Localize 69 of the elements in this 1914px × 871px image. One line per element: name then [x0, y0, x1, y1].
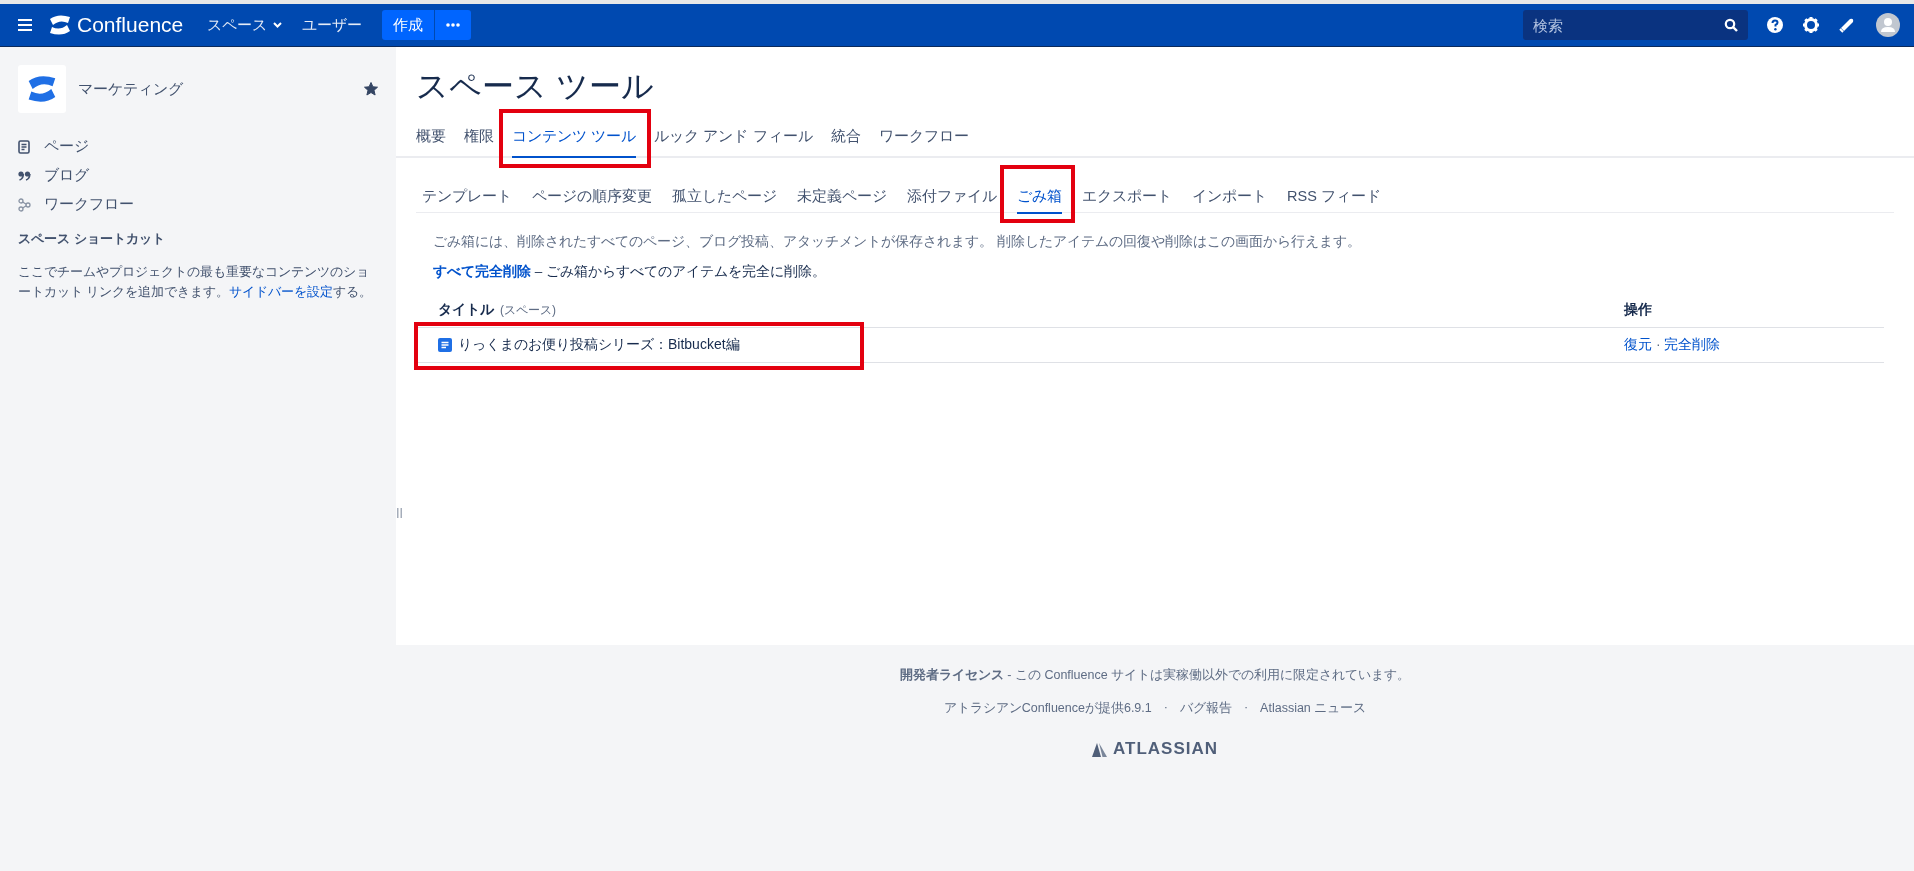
create-button[interactable]: 作成 [382, 10, 435, 40]
action-link[interactable]: 完全削除 [1664, 336, 1721, 352]
quote-icon [18, 168, 32, 183]
column-header: タイトル [438, 301, 494, 319]
tab[interactable]: ルック アンド フィール [654, 121, 813, 158]
nav-menu[interactable]: ユーザー [292, 15, 373, 35]
settings-button[interactable] [1802, 16, 1820, 34]
shortcuts-description: ここでチームやプロジェクトの最も重要なコンテンツのショートカット リンクを追加できます。サイドバーを設定する。 [18, 264, 374, 301]
purge-all-link[interactable]: すべて完全削除 [433, 264, 531, 279]
tab[interactable]: テンプレート [422, 181, 512, 214]
atlassian-logo-icon [1092, 741, 1107, 757]
atlassian-wordmark: ATLASSIAN [1113, 739, 1218, 759]
tab[interactable]: インポート [1192, 181, 1267, 214]
sidebar-item-label[interactable]: ブログ [44, 166, 89, 185]
search-field[interactable]: 検索 [1523, 10, 1748, 40]
page-icon [438, 338, 452, 352]
action-link[interactable]: 復元 [1624, 336, 1652, 352]
star-button[interactable] [364, 82, 378, 96]
purge-description: すべて完全削除 – ごみ箱からすべてのアイテムを完全に削除。 [433, 263, 827, 281]
help-icon [1766, 16, 1784, 34]
more-icon [446, 23, 461, 27]
confluence-logo-icon [26, 73, 58, 105]
column-header: 操作 [1624, 301, 1652, 317]
tab[interactable]: ごみ箱 [1017, 181, 1062, 214]
tab[interactable]: ページの順序変更 [532, 181, 652, 214]
page-icon [18, 139, 32, 154]
space-name[interactable]: マーケティング [78, 79, 352, 99]
tab[interactable]: 統合 [830, 121, 861, 158]
tab[interactable]: コンテンツ ツール [512, 121, 637, 158]
sidebar-item-label[interactable]: ページ [44, 137, 89, 156]
space-logo[interactable] [18, 65, 66, 113]
sidebar-item[interactable]: ブログ [18, 166, 378, 185]
more-button[interactable] [435, 10, 472, 40]
confluence-logo-icon [48, 13, 72, 37]
star-icon [364, 82, 378, 96]
footer-link[interactable]: Atlassian ニュース [1260, 700, 1367, 717]
workflow-icon [18, 197, 32, 212]
tab[interactable]: 未定義ページ [797, 181, 887, 214]
tab[interactable]: エクスポート [1082, 181, 1172, 214]
tab[interactable]: 添付ファイル [907, 181, 997, 214]
configure-sidebar-link[interactable]: サイドバーを設定 [229, 285, 334, 299]
menu-icon [18, 19, 32, 31]
tab[interactable]: 孤立したページ [672, 181, 777, 214]
separator: · [1243, 700, 1249, 716]
settings-icon [1802, 16, 1820, 34]
tab[interactable]: ワークフロー [878, 121, 969, 158]
tab[interactable]: 概要 [416, 121, 446, 158]
license-notice: 開発者ライセンス - この Confluence サイトは実稼働以外での利用に限定されています。 [899, 667, 1411, 684]
page-title: スペース ツール [416, 67, 655, 106]
section-heading: スペース ショートカット [18, 230, 166, 248]
separator: · [1654, 336, 1662, 352]
separator: · [1163, 700, 1168, 716]
search-icon [1724, 18, 1738, 32]
footer-link[interactable]: バグ報告 [1179, 700, 1232, 717]
footer-link[interactable]: アトラシアンConfluenceが提供6.9.1 [943, 700, 1152, 717]
menu-button[interactable] [18, 19, 32, 31]
tab[interactable]: RSS フィード [1287, 181, 1381, 214]
trash-description: ごみ箱には、削除されたすべてのページ、ブログ投稿、アタッチメントが保存されます。 削除したアイテムの回復や削除はこの画面から行えます。 [433, 233, 1362, 251]
nav-menu[interactable]: スペース [197, 15, 293, 35]
item-title: りっくまのお便り投稿シリーズ：Bitbucket編 [458, 336, 740, 354]
sidebar-item-label[interactable]: ワークフロー [44, 195, 134, 214]
sidebar-item[interactable]: ワークフロー [18, 195, 378, 214]
resize-handle-icon [397, 508, 402, 518]
tab[interactable]: 権限 [464, 121, 494, 158]
sidebar-item[interactable]: ページ [18, 137, 378, 156]
avatar-icon [1876, 13, 1900, 37]
column-note: (スペース) [500, 301, 556, 319]
product-name[interactable]: Confluence [77, 13, 184, 37]
help-button[interactable] [1766, 16, 1784, 34]
